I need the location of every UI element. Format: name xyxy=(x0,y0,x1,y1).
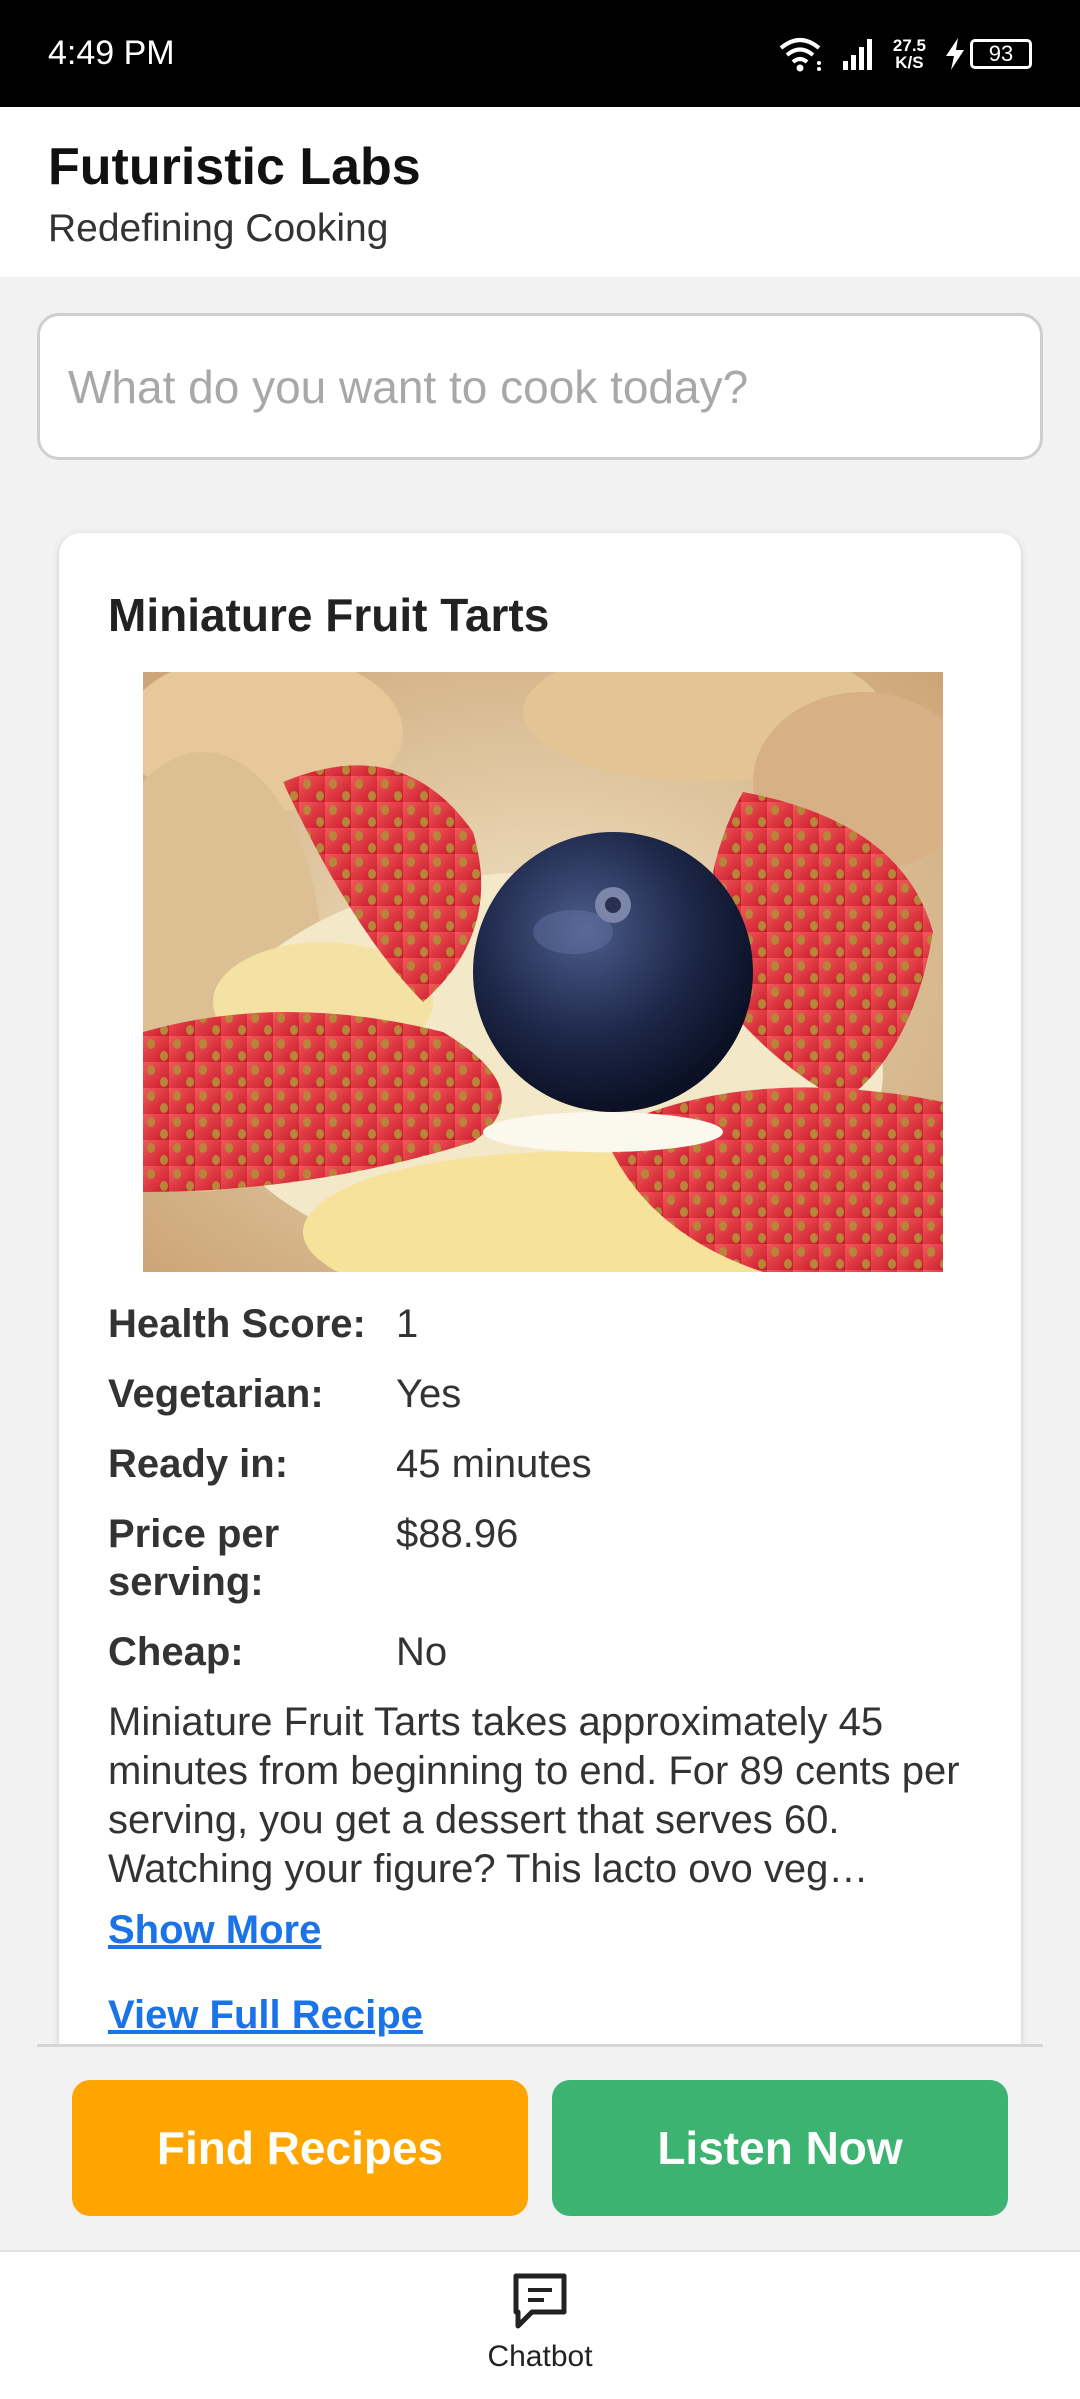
charging-bolt-icon xyxy=(946,37,964,70)
battery-level: 93 xyxy=(970,38,1032,69)
view-full-recipe-link[interactable]: View Full Recipe xyxy=(108,1993,972,2038)
search-box[interactable] xyxy=(37,313,1043,460)
info-row-vegetarian: Vegetarian: Yes xyxy=(108,1370,972,1418)
info-label: Price per serving: xyxy=(108,1512,280,1604)
net-speed-value: 27.5 xyxy=(892,35,926,55)
app-title: Futuristic Labs xyxy=(48,138,421,196)
show-more-link[interactable]: Show More xyxy=(108,1908,321,1953)
info-label: Ready in: xyxy=(108,1442,289,1486)
nav-item-chatbot[interactable]: Chatbot xyxy=(487,2252,593,2399)
wifi-icon xyxy=(779,37,821,71)
network-speed: 27.5 K/S xyxy=(893,37,926,71)
net-speed-unit: K/S xyxy=(895,52,924,72)
recipe-list[interactable]: Miniature Fruit Tarts Health Score: 1 Ve… xyxy=(0,500,1080,2046)
recipe-info: Health Score: 1 Vegetarian: Yes Ready in… xyxy=(108,1300,972,1676)
signal-icon xyxy=(842,38,872,70)
find-recipes-button[interactable]: Find Recipes xyxy=(72,2080,528,2216)
recipe-description: Miniature Fruit Tarts takes approximatel… xyxy=(108,1700,960,1891)
nav-label-chatbot: Chatbot xyxy=(487,2340,593,2373)
status-time: 4:49 PM xyxy=(48,34,175,72)
status-icons: 27.5 K/S 93 xyxy=(777,36,1032,72)
info-label: Health Score: xyxy=(108,1302,366,1346)
app-subtitle: Redefining Cooking xyxy=(48,207,389,250)
info-label: Vegetarian: xyxy=(108,1372,324,1416)
search-input[interactable] xyxy=(68,359,1012,414)
info-value: 45 minutes xyxy=(396,1442,592,1486)
info-label: Cheap: xyxy=(108,1630,244,1674)
divider xyxy=(37,2044,1043,2047)
listen-now-button[interactable]: Listen Now xyxy=(552,2080,1008,2216)
info-row-cheap: Cheap: No xyxy=(108,1628,972,1676)
app-header: Futuristic Labs Redefining Cooking xyxy=(0,107,1080,277)
info-value: No xyxy=(396,1630,448,1674)
info-row-ready-in: Ready in: 45 minutes xyxy=(108,1440,972,1488)
chat-bubble-icon xyxy=(513,2273,567,2329)
recipe-title: Miniature Fruit Tarts xyxy=(108,589,550,641)
status-bar: 4:49 PM 27.5 K/S 93 xyxy=(0,0,1080,107)
info-value: Yes xyxy=(396,1372,462,1416)
battery: 93 xyxy=(944,37,1032,71)
info-row-health-score: Health Score: 1 xyxy=(108,1300,972,1348)
info-value: $88.96 xyxy=(396,1512,519,1556)
bottom-nav: Chatbot xyxy=(0,2250,1080,2399)
info-row-price: Price per serving: $88.96 xyxy=(108,1510,972,1606)
recipe-image xyxy=(143,672,943,1272)
info-value: 1 xyxy=(396,1302,419,1346)
recipe-card: Miniature Fruit Tarts Health Score: 1 Ve… xyxy=(59,533,1021,2046)
fruit-tart-photo xyxy=(143,672,943,1272)
